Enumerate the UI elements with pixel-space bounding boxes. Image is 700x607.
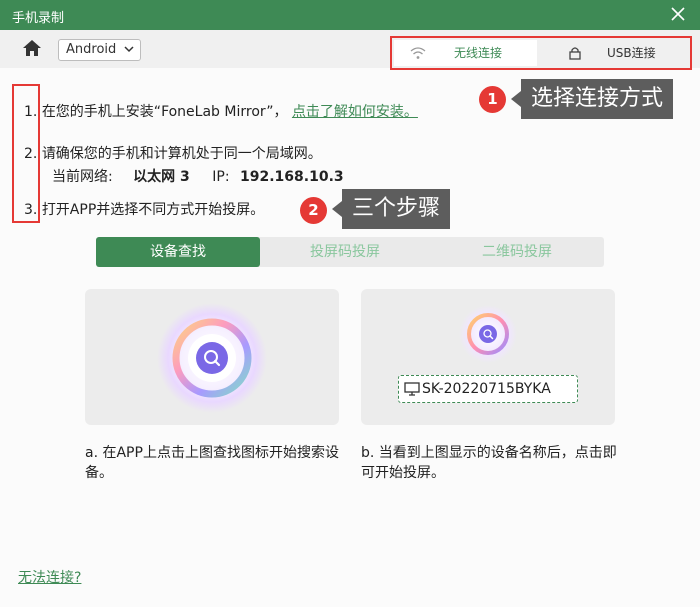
tab-cast-code[interactable]: 投屏码投屏	[260, 237, 430, 267]
connection-mode-tabs: 无线连接 USB连接	[390, 36, 692, 70]
install-guide-link[interactable]: 点击了解如何安装。	[292, 104, 418, 120]
description-a: a. 在APP上点击上图查找图标开始搜索设备。	[85, 445, 339, 481]
annotation-callout-1-text: 选择连接方式	[531, 86, 664, 111]
cast-mode-tabs: 设备查找 投屏码投屏 二维码投屏	[96, 237, 604, 267]
os-dropdown-value: Android	[66, 42, 117, 57]
ip-value: 192.168.10.3	[240, 169, 344, 185]
step-1: 1. 在您的手机上安装“FoneLab Mirror”， 点击了解如何安装。	[24, 101, 418, 121]
step-2: 2. 请确保您的手机和计算机处于同一个局域网。	[24, 143, 322, 163]
step-3: 3. 打开APP并选择不同方式开始投屏。	[24, 199, 264, 219]
step-2-number: 2.	[24, 146, 38, 162]
annotation-callout-1: 选择连接方式	[511, 79, 674, 119]
monitor-icon	[404, 382, 420, 396]
tab-wireless-label: 无线连接	[454, 46, 503, 60]
description-b: b. 当看到上图显示的设备名称后，点击即可开始投屏。	[361, 445, 617, 481]
tab-usb-label: USB连接	[607, 46, 656, 60]
ip-label: IP:	[212, 169, 230, 185]
network-value: 以太网 3	[133, 169, 190, 185]
annotation-callout-2: 三个步骤	[332, 189, 451, 229]
callout-arrow	[511, 91, 521, 107]
os-dropdown[interactable]: Android	[58, 39, 141, 61]
annotation-callout-2-text: 三个步骤	[352, 196, 441, 221]
tab-qr-code[interactable]: 二维码投屏	[430, 237, 604, 267]
step-2-text: 请确保您的手机和计算机处于同一个局域网。	[41, 146, 322, 162]
network-info: 当前网络: 以太网 3 IP: 192.168.10.3	[52, 166, 344, 186]
annotation-badge-1: 1	[479, 86, 506, 113]
step-1-text: 在您的手机上安装“FoneLab Mirror”，	[41, 104, 288, 120]
network-label: 当前网络:	[52, 169, 113, 185]
device-name-button[interactable]: SK-20220715BYKA	[398, 375, 578, 403]
wifi-icon	[410, 47, 426, 59]
close-icon[interactable]	[670, 6, 686, 22]
search-radar-icon[interactable]	[155, 301, 269, 415]
cannot-connect-link[interactable]: 无法连接?	[18, 567, 81, 587]
chevron-down-icon	[124, 46, 134, 53]
tab-wireless-connection[interactable]: 无线连接	[394, 40, 537, 66]
device-name-text: SK-20220715BYKA	[422, 381, 551, 397]
annotation-badge-2: 2	[300, 197, 327, 224]
step-1-number: 1.	[24, 104, 38, 120]
device-found-card: SK-20220715BYKA	[361, 289, 615, 425]
window-title: 手机录制	[12, 11, 65, 26]
tab-usb-connection[interactable]: USB连接	[539, 40, 689, 66]
step-3-number: 3.	[24, 202, 38, 218]
tab-device-search[interactable]: 设备查找	[96, 237, 260, 267]
lock-icon	[569, 47, 581, 60]
home-icon[interactable]	[22, 39, 42, 57]
title-bar: 手机录制	[0, 0, 700, 30]
callout-arrow	[332, 201, 342, 217]
search-radar-small-icon	[459, 305, 517, 363]
search-illustration-card	[85, 289, 339, 425]
step-3-text: 打开APP并选择不同方式开始投屏。	[41, 202, 265, 218]
